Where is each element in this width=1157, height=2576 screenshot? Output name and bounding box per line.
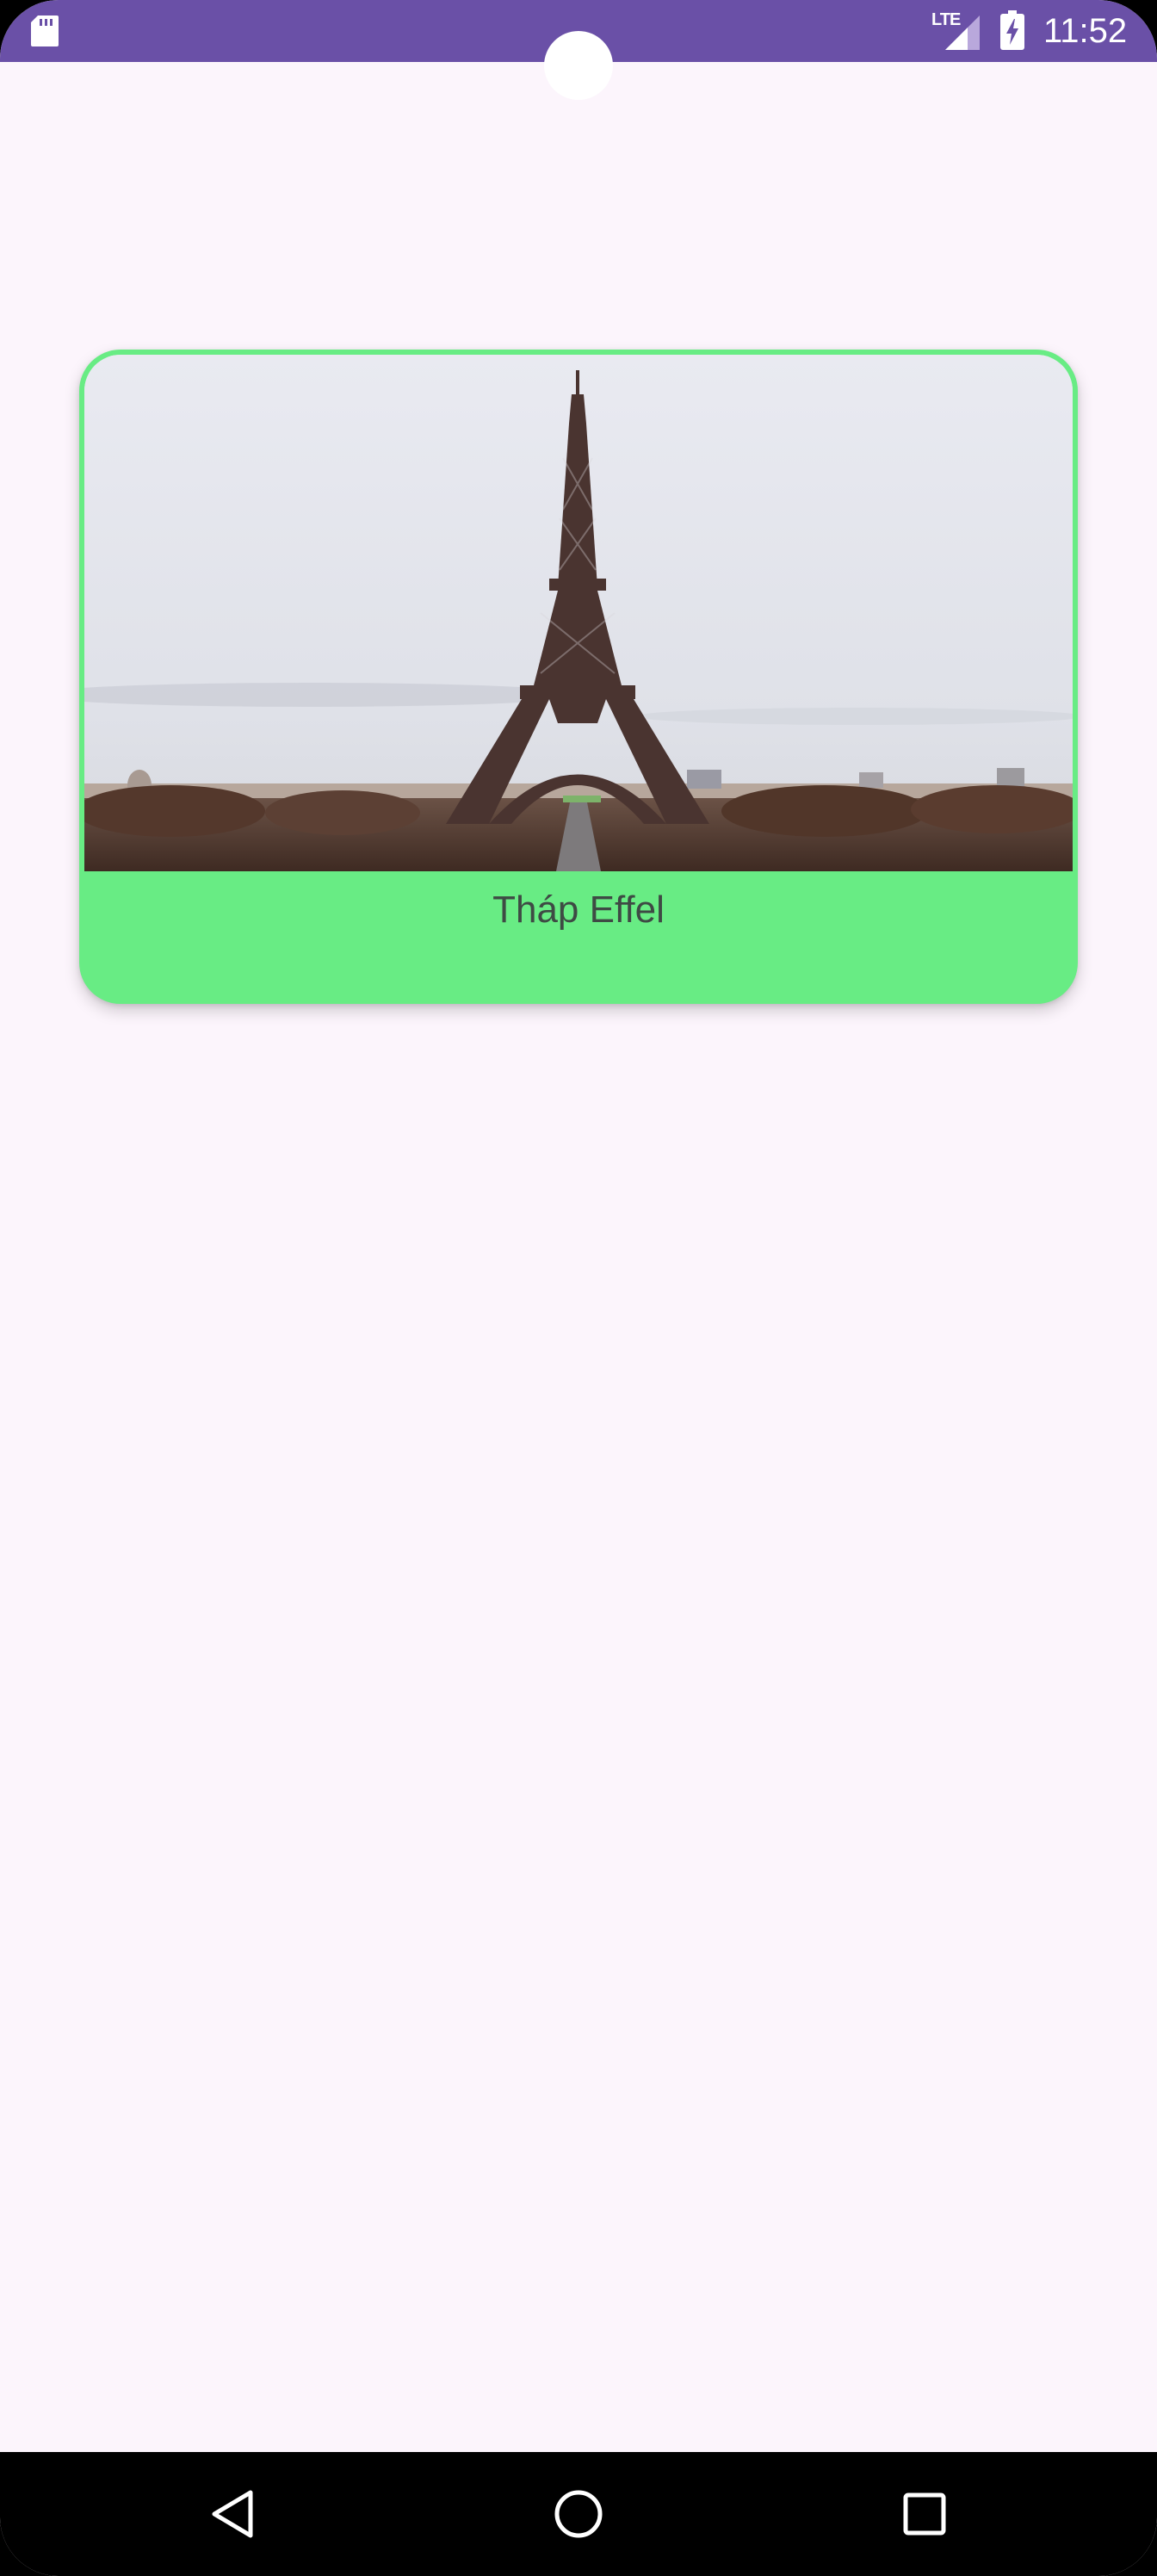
clock: 11:52 [1043,12,1128,50]
recents-button[interactable] [890,2480,959,2548]
camera-cutout [544,31,613,100]
back-button[interactable] [198,2480,267,2548]
navigation-bar [0,2452,1157,2576]
app-screen: LTE 11:52 Tháp Effel [0,0,1157,2576]
home-icon [554,2490,603,2538]
lte-signal-icon [945,15,980,50]
status-bar: LTE 11:52 [0,0,1157,100]
home-button[interactable] [544,2480,613,2548]
battery-charging-icon [1000,10,1024,50]
card-title: Tháp Effel [492,889,665,931]
place-card[interactable]: Tháp Effel [79,350,1078,1004]
recents-icon [903,2492,946,2536]
back-icon [212,2490,253,2538]
sd-card-icon [31,15,59,46]
eiffel-tower-image [84,355,1073,871]
